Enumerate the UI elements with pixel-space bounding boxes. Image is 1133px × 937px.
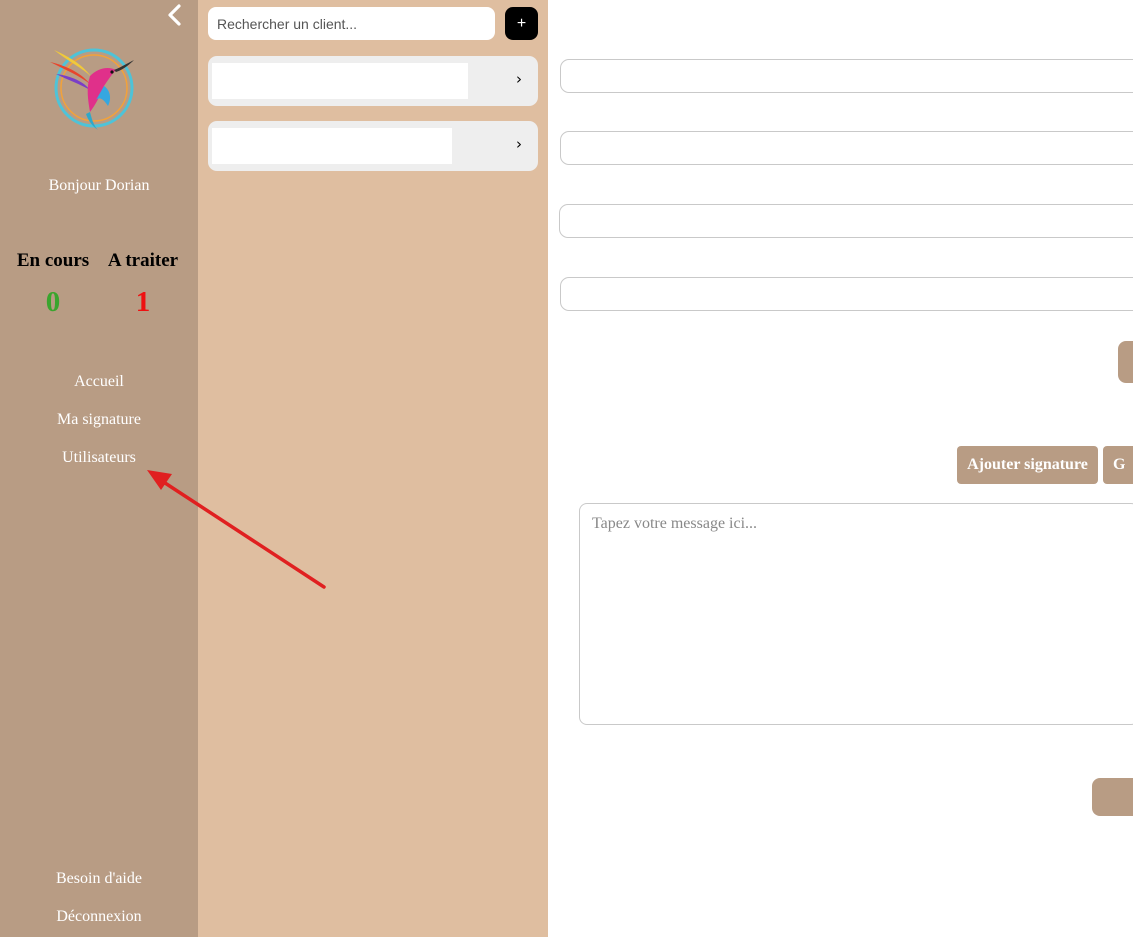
add-client-button[interactable]: + xyxy=(505,7,538,40)
nav-item-accueil[interactable]: Accueil xyxy=(0,373,198,391)
client-name-placeholder xyxy=(212,63,468,99)
client-list-panel: + › › xyxy=(198,0,548,937)
greeting-text: Bonjour Dorian xyxy=(48,177,150,194)
stat-a-traiter-value: 1 xyxy=(135,286,151,318)
stat-a-traiter-label: A traiter xyxy=(107,250,179,271)
stat-en-cours-label: En cours xyxy=(16,250,90,271)
stat-en-cours-value: 0 xyxy=(45,286,61,318)
second-action-button[interactable]: G xyxy=(1103,446,1133,484)
form-field-2[interactable] xyxy=(560,131,1133,165)
stat-a-traiter: A traiter 1 xyxy=(98,250,188,319)
nav-item-ma-signature[interactable]: Ma signature xyxy=(0,411,198,429)
chevron-right-icon: › xyxy=(516,135,522,153)
message-textarea[interactable] xyxy=(579,503,1133,725)
client-name-placeholder xyxy=(212,128,452,164)
form-field-1[interactable] xyxy=(560,59,1133,93)
client-card[interactable]: › xyxy=(208,56,538,106)
send-button-partial[interactable] xyxy=(1092,778,1133,816)
add-signature-button[interactable]: Ajouter signature xyxy=(957,446,1098,484)
action-button-partial[interactable] xyxy=(1118,341,1133,383)
nav-item-besoin-aide[interactable]: Besoin d'aide xyxy=(0,870,198,888)
nav-item-deconnexion[interactable]: Déconnexion xyxy=(0,908,198,926)
nav-item-utilisateurs[interactable]: Utilisateurs xyxy=(0,449,198,467)
form-field-3[interactable] xyxy=(559,204,1133,238)
main-panel: Ajouter signature G xyxy=(548,0,1133,937)
chevron-left-icon[interactable] xyxy=(162,2,188,28)
chevron-right-icon: › xyxy=(516,70,522,88)
stat-en-cours: En cours 0 xyxy=(8,250,98,319)
client-search-input[interactable] xyxy=(208,7,495,40)
client-card[interactable]: › xyxy=(208,121,538,171)
form-field-4[interactable] xyxy=(560,277,1133,311)
hummingbird-logo xyxy=(50,48,134,130)
sidebar: Bonjour Dorian En cours 0 A traiter 1 Ac… xyxy=(0,0,198,937)
